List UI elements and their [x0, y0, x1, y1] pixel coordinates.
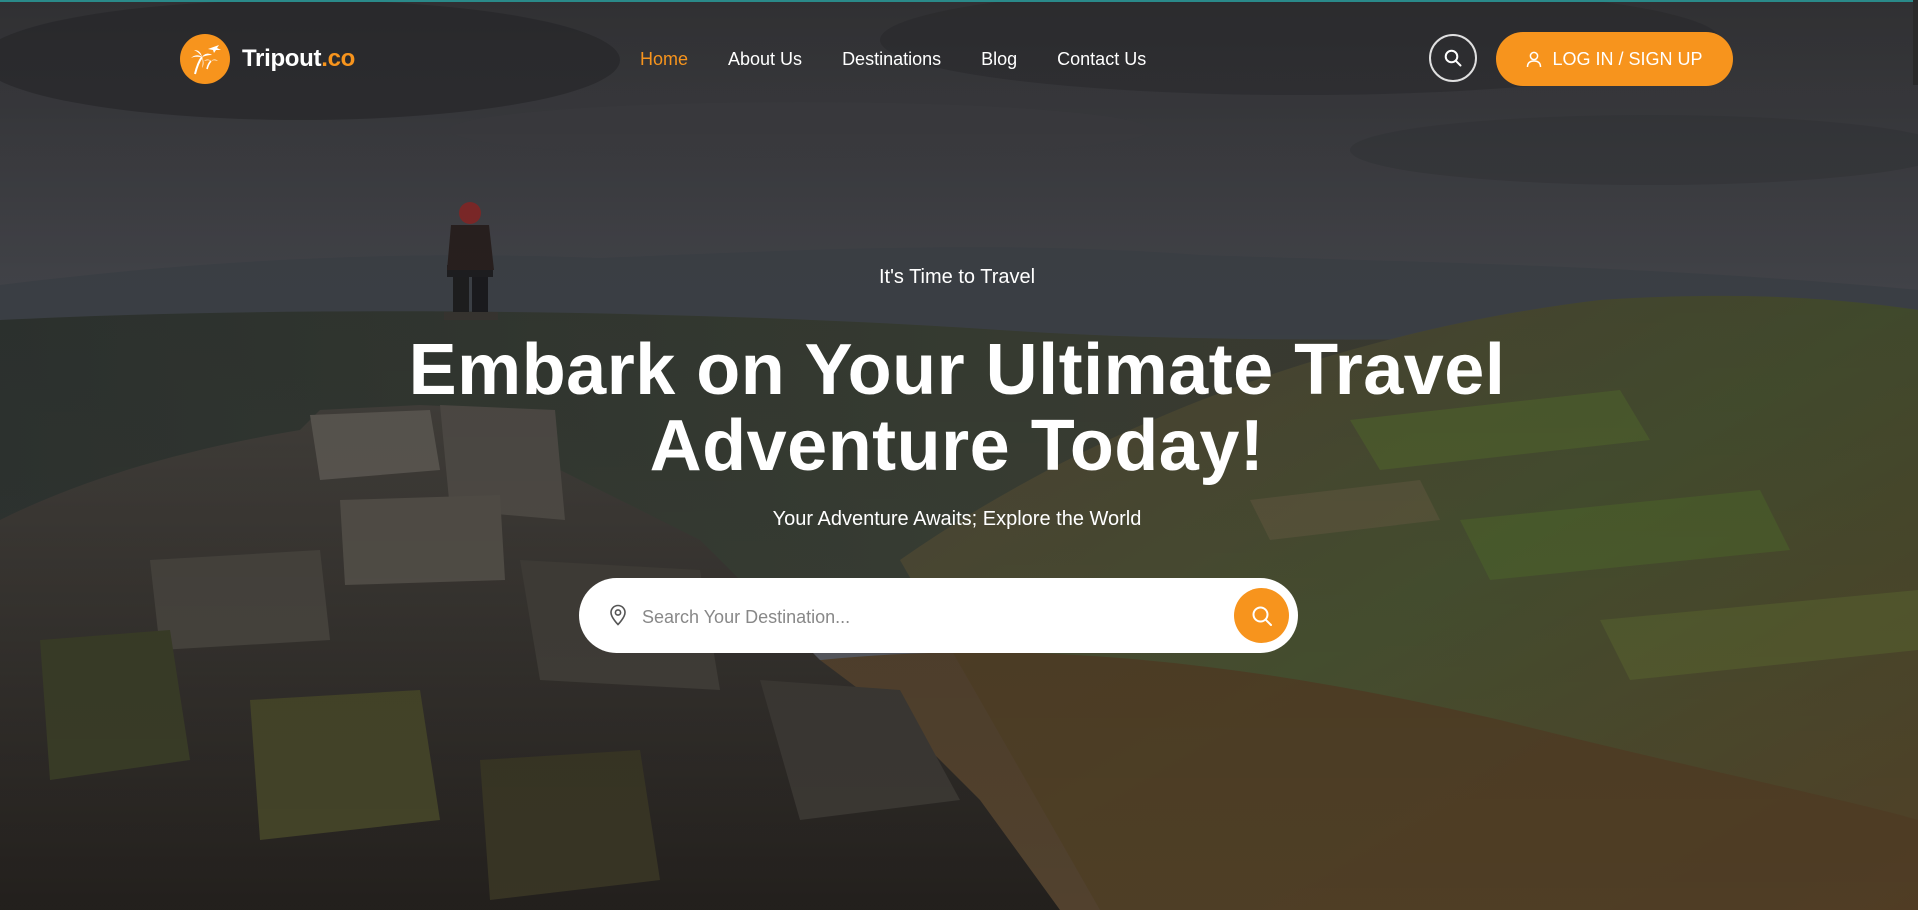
destination-search-input[interactable] — [640, 598, 1204, 636]
search-icon — [1252, 606, 1272, 626]
nav-item-blog[interactable]: Blog — [981, 47, 1017, 71]
page: Tripout.co Home About Us Destinations Bl… — [0, 0, 1918, 910]
palm-plane-logo-icon — [180, 34, 230, 84]
brand-logo[interactable]: Tripout.co — [180, 34, 355, 84]
top-border-line — [0, 0, 1918, 2]
hero-headline: Embark on Your Ultimate Travel Adventure… — [357, 332, 1557, 484]
map-pin-icon — [609, 604, 627, 631]
brand-name-suffix: .co — [321, 45, 355, 72]
brand-name-main: Tripout — [242, 45, 322, 72]
nav-item-destinations[interactable]: Destinations — [842, 47, 941, 71]
hero-headline-line-2: Adventure Today! — [649, 406, 1265, 486]
vertical-scrollbar[interactable] — [1913, 0, 1918, 85]
nav-item-contact-us[interactable]: Contact Us — [1057, 47, 1146, 71]
user-icon — [1527, 51, 1542, 67]
login-signup-label: LOG IN / SIGN UP — [1552, 48, 1703, 69]
login-signup-button[interactable]: LOG IN / SIGN UP — [1496, 32, 1733, 86]
nav-item-home[interactable]: Home — [640, 47, 688, 71]
nav-item-about-us[interactable]: About Us — [728, 47, 802, 71]
hero-eyebrow: It's Time to Travel — [878, 266, 1036, 288]
hero-subheadline: Your Adventure Awaits; Explore the World — [772, 508, 1142, 530]
destination-search-submit-button[interactable] — [1234, 588, 1289, 643]
header-search-button[interactable] — [1429, 34, 1477, 82]
main-nav: Home About Us Destinations Blog Contact … — [640, 47, 1146, 71]
destination-search-bar — [579, 578, 1298, 653]
hero-headline-line-1: Embark on Your Ultimate Travel — [408, 330, 1506, 410]
brand-name: Tripout.co — [242, 45, 355, 73]
search-icon — [1444, 49, 1462, 67]
